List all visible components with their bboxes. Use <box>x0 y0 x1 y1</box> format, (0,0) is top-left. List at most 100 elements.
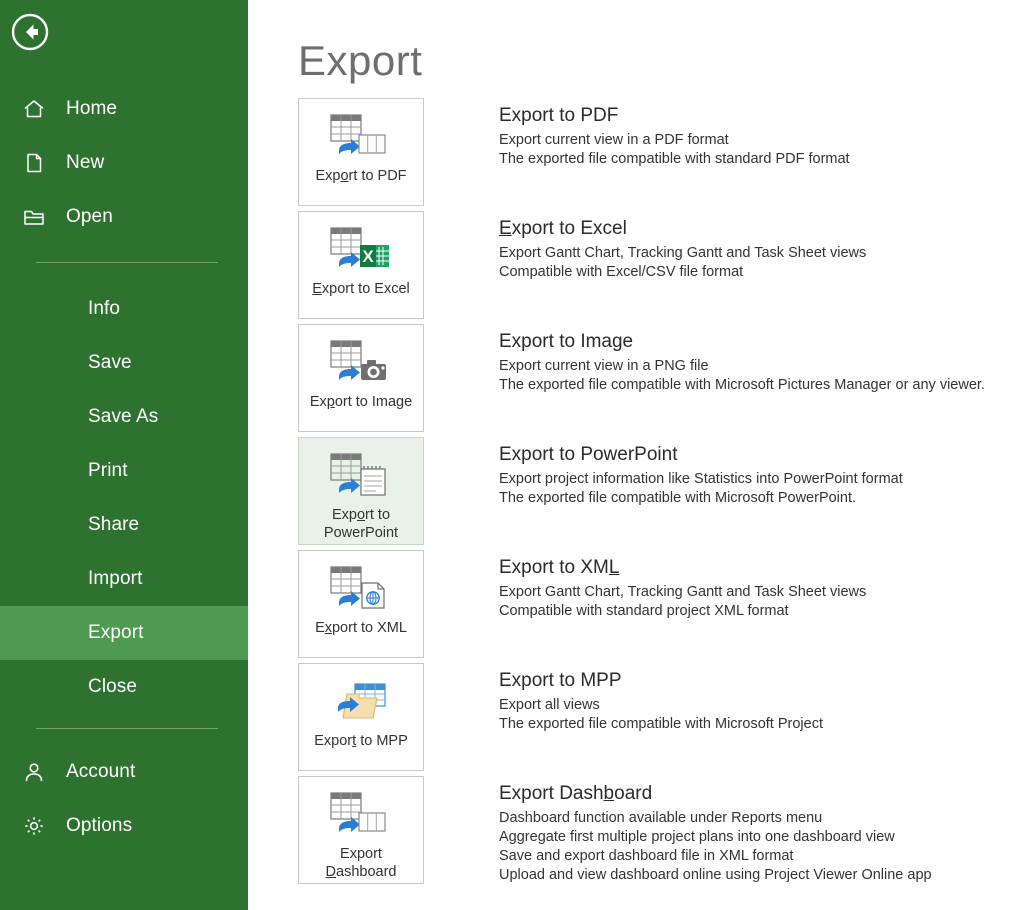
export-image-icon <box>329 339 393 387</box>
export-xml-description: Export to XML Export Gantt Chart, Trackin… <box>499 556 1019 621</box>
export-excel-detail-line: Export Gantt Chart, Tracking Gantt and T… <box>499 244 1019 263</box>
export-powerpoint-detail-line: The exported file compatible with Micros… <box>499 489 1019 508</box>
gear-icon <box>22 814 66 838</box>
person-icon <box>22 760 66 784</box>
export-dashboard-description: Export Dashboard Dashboard function avail… <box>499 782 1019 885</box>
sidebar-item-label: Share <box>88 514 139 536</box>
sidebar-item-label: Save <box>88 352 132 374</box>
export-powerpoint-description: Export to PowerPoint Export project infor… <box>499 443 1019 508</box>
export-option-row: Export toPowerPointExport to PowerPointE… <box>248 437 1027 550</box>
sidebar-item-home[interactable]: Home <box>0 82 248 136</box>
export-dashboard-detail-line: Save and export dashboard file in XML fo… <box>499 847 1019 866</box>
sidebar-item-save[interactable]: Save <box>0 336 248 390</box>
export-dashboard-detail-line: Dashboard function available under Repor… <box>499 809 1019 828</box>
sidebar-item-account[interactable]: Account <box>0 745 248 799</box>
export-pdf-detail-line: Export current view in a PDF format <box>499 131 1019 150</box>
backstage-sidebar: Home New Open Info Save Save As Print Share Imp… <box>0 0 248 910</box>
export-dashboard-tile-label: ExportDashboard <box>322 845 401 881</box>
export-xml-icon <box>329 565 393 613</box>
export-image-heading: Export to Image <box>499 330 1019 354</box>
export-xml-heading: Export to XML <box>499 556 1019 580</box>
export-option-row: ExportDashboard Export Dashboard Dashboard… <box>248 776 1027 889</box>
export-mpp-detail-line: The exported file compatible with Micros… <box>499 715 1019 734</box>
sidebar-divider-bottom <box>36 728 218 729</box>
export-dashboard-detail-line: Aggregate first multiple project plans i… <box>499 828 1019 847</box>
sidebar-nav-middle: Info Save Save As Print Share Import Export Clo… <box>0 282 248 714</box>
export-image-tile[interactable]: Export to Image <box>298 324 424 432</box>
export-mpp-icon <box>329 678 393 726</box>
sidebar-item-print[interactable]: Print <box>0 444 248 498</box>
export-image-description: Export to Image Export current view in a … <box>499 330 1019 395</box>
sidebar-item-open[interactable]: Open <box>0 190 248 244</box>
sidebar-nav-bottom: Account Options <box>0 745 248 853</box>
export-image-tile-label: Export to Image <box>306 393 416 411</box>
export-pdf-description: Export to PDF Export current view in a PD… <box>499 104 1019 169</box>
export-option-row: Export to Image Export to Image Export cur… <box>248 324 1027 437</box>
export-mpp-detail-line: Export all views <box>499 696 1019 715</box>
sidebar-item-label: Open <box>66 206 113 228</box>
export-pdf-icon <box>329 113 393 161</box>
backstage-main: Export Export to PDFExport to PDFExport … <box>248 0 1027 910</box>
export-option-row: Export to PDF Export to PDF Export current… <box>248 98 1027 211</box>
sidebar-nav-top: Home New Open <box>0 82 248 244</box>
sidebar-item-label: Print <box>88 460 128 482</box>
export-excel-tile-label: Export to Excel <box>308 280 414 298</box>
export-option-row: X Export to Excel Export to Excel Export Ga… <box>248 211 1027 324</box>
export-pdf-tile-label: Export to PDF <box>311 167 410 185</box>
export-excel-description: Export to Excel Export Gantt Chart, Track… <box>499 217 1019 282</box>
sidebar-item-label: Home <box>66 98 117 120</box>
export-image-detail-line: Export current view in a PNG file <box>499 357 1019 376</box>
sidebar-item-label: Export <box>88 622 144 644</box>
export-image-detail-line: The exported file compatible with Micros… <box>499 376 1019 395</box>
sidebar-item-options[interactable]: Options <box>0 799 248 853</box>
export-pdf-detail-line: The exported file compatible with standa… <box>499 150 1019 169</box>
sidebar-item-label: Close <box>88 676 137 698</box>
sidebar-item-export[interactable]: Export <box>0 606 248 660</box>
export-options-list: Export to PDF Export to PDF Export current… <box>248 98 1027 889</box>
export-excel-icon: X <box>329 226 393 274</box>
export-dashboard-tile[interactable]: ExportDashboard <box>298 776 424 884</box>
export-excel-tile[interactable]: X Export to Excel <box>298 211 424 319</box>
export-dashboard-detail-line: Upload and view dashboard online using P… <box>499 866 1019 885</box>
export-xml-detail-line: Compatible with standard project XML for… <box>499 602 1019 621</box>
export-mpp-heading: Export to MPP <box>499 669 1019 693</box>
sidebar-item-new[interactable]: New <box>0 136 248 190</box>
export-powerpoint-icon <box>329 452 393 500</box>
export-dashboard-heading: Export Dashboard <box>499 782 1019 806</box>
sidebar-divider-top <box>36 262 218 263</box>
sidebar-item-label: Save As <box>88 406 158 428</box>
export-mpp-description: Export to MPP Export all viewsThe exporte… <box>499 669 1019 734</box>
page-title: Export <box>298 40 422 82</box>
sidebar-item-label: Info <box>88 298 120 320</box>
export-dashboard-icon <box>329 791 393 839</box>
export-powerpoint-heading: Export to PowerPoint <box>499 443 1019 467</box>
sidebar-item-info[interactable]: Info <box>0 282 248 336</box>
export-option-row: Export to XML Export to XML Export Gantt C… <box>248 550 1027 663</box>
sidebar-item-label: Options <box>66 815 132 837</box>
open-folder-icon <box>22 205 66 229</box>
sidebar-item-label: Import <box>88 568 142 590</box>
export-powerpoint-detail-line: Export project information like Statisti… <box>499 470 1019 489</box>
export-option-row: Export to MPP Export to MPP Export all vie… <box>248 663 1027 776</box>
sidebar-item-save-as[interactable]: Save As <box>0 390 248 444</box>
back-arrow-icon[interactable] <box>10 12 50 52</box>
export-xml-tile-label: Export to XML <box>311 619 411 637</box>
sidebar-item-label: Account <box>66 761 135 783</box>
export-xml-detail-line: Export Gantt Chart, Tracking Gantt and T… <box>499 583 1019 602</box>
home-icon <box>22 97 66 121</box>
export-powerpoint-tile-label: Export toPowerPoint <box>320 506 402 542</box>
export-pdf-tile[interactable]: Export to PDF <box>298 98 424 206</box>
export-xml-tile[interactable]: Export to XML <box>298 550 424 658</box>
export-powerpoint-tile[interactable]: Export toPowerPoint <box>298 437 424 545</box>
sidebar-item-close[interactable]: Close <box>0 660 248 714</box>
export-excel-detail-line: Compatible with Excel/CSV file format <box>499 263 1019 282</box>
sidebar-item-label: New <box>66 152 104 174</box>
sidebar-item-import[interactable]: Import <box>0 552 248 606</box>
export-pdf-heading: Export to PDF <box>499 104 1019 128</box>
sidebar-item-share[interactable]: Share <box>0 498 248 552</box>
new-document-icon <box>22 151 66 175</box>
export-mpp-tile-label: Export to MPP <box>310 732 412 750</box>
export-excel-heading: Export to Excel <box>499 217 1019 241</box>
export-mpp-tile[interactable]: Export to MPP <box>298 663 424 771</box>
svg-text:X: X <box>362 247 374 266</box>
